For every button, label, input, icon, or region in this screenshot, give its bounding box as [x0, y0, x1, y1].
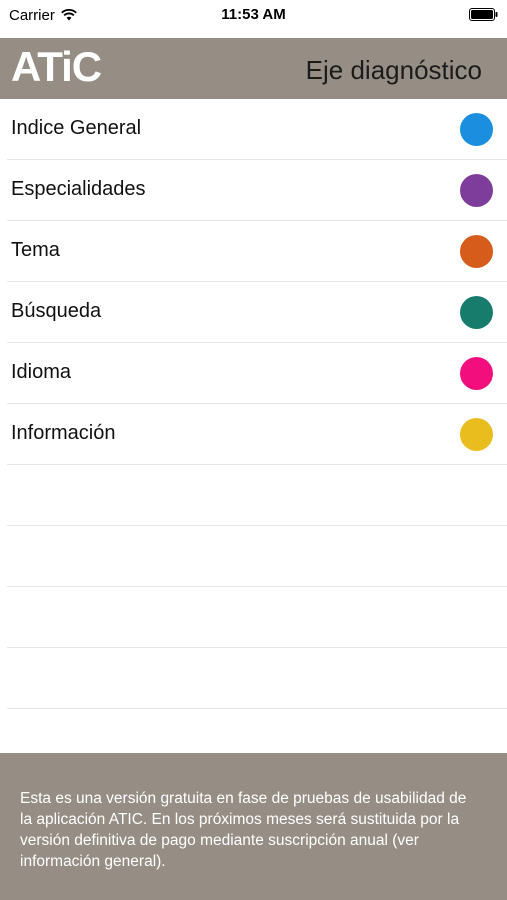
status-time: 11:53 AM — [221, 6, 286, 23]
menu-item-informacion[interactable]: Información — [7, 404, 507, 465]
color-dot-icon — [460, 357, 493, 390]
color-dot-icon — [460, 113, 493, 146]
navigation-bar: ATiC Eje diagnóstico — [0, 38, 507, 99]
menu-list: Indice General Especialidades Tema Búsqu… — [0, 99, 507, 770]
menu-item-busqueda[interactable]: Búsqueda — [7, 282, 507, 343]
footer-notice: Esta es una versión gratuita en fase de … — [0, 753, 507, 900]
menu-item-label: Tema — [11, 239, 60, 261]
empty-row — [7, 587, 507, 648]
empty-row — [7, 526, 507, 587]
color-dot-icon — [460, 418, 493, 451]
menu-item-label: Idioma — [11, 361, 72, 383]
color-dot-icon — [460, 235, 493, 268]
empty-row — [7, 465, 507, 526]
menu-item-idioma[interactable]: Idioma — [7, 343, 507, 404]
menu-item-indice-general[interactable]: Indice General — [7, 99, 507, 160]
color-dot-icon — [460, 296, 493, 329]
battery-icon — [469, 8, 498, 26]
atic-logo: ATiC — [11, 43, 102, 90]
menu-item-tema[interactable]: Tema — [7, 221, 507, 282]
menu-item-label: Especialidades — [11, 178, 146, 200]
menu-item-especialidades[interactable]: Especialidades — [7, 160, 507, 221]
page-title: Eje diagnóstico — [305, 55, 482, 85]
menu-item-label: Indice General — [11, 117, 142, 139]
menu-item-label: Información — [11, 422, 116, 444]
empty-row — [7, 648, 507, 709]
status-bar: Carrier 11:53 AM — [0, 0, 507, 38]
footer-text: Esta es una versión gratuita en fase de … — [20, 790, 467, 870]
menu-item-label: Búsqueda — [11, 300, 102, 322]
color-dot-icon — [460, 174, 493, 207]
